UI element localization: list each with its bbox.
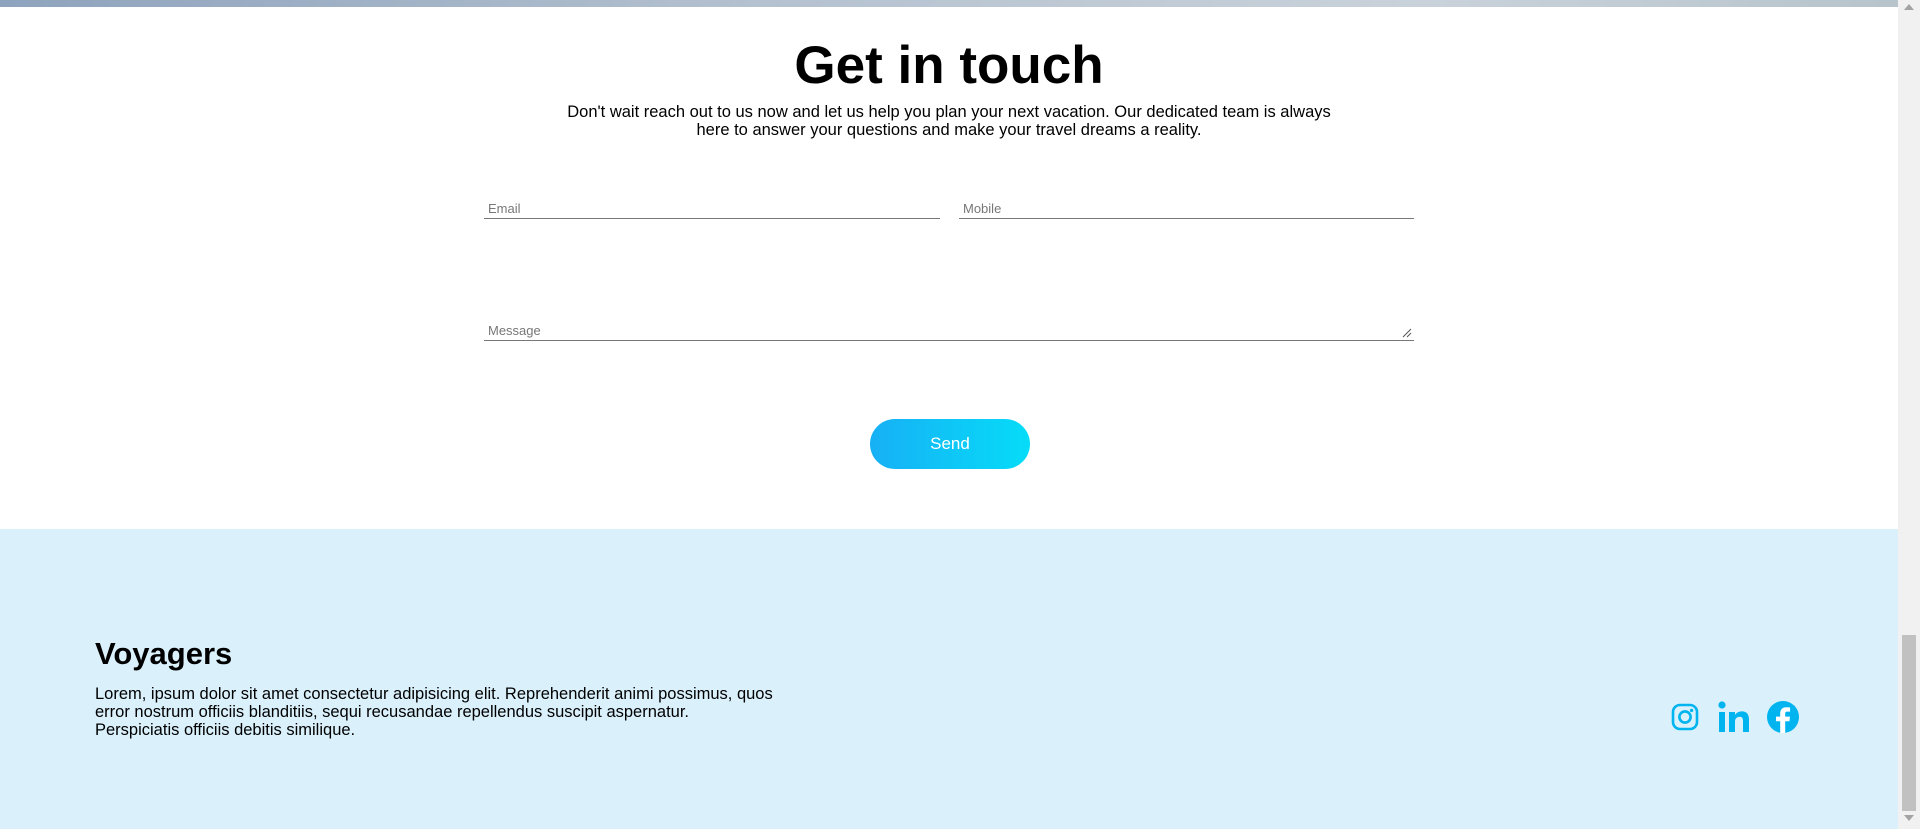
send-button[interactable]: Send bbox=[870, 419, 1030, 469]
social-links bbox=[1668, 699, 1800, 735]
contact-subtitle: Don't wait reach out to us now and let u… bbox=[567, 103, 1331, 139]
page-title: Get in touch bbox=[794, 36, 1104, 95]
footer-about-text: Lorem, ipsum dolor sit amet consectetur … bbox=[95, 685, 773, 739]
scrollbar-thumb[interactable] bbox=[1902, 635, 1916, 811]
footer: Voyagers Lorem, ipsum dolor sit amet con… bbox=[0, 529, 1898, 829]
resize-handle-icon[interactable] bbox=[1402, 328, 1412, 338]
mobile-field[interactable] bbox=[959, 200, 1414, 219]
contact-section: Get in touch Don't wait reach out to us … bbox=[0, 7, 1898, 529]
scroll-up-arrow-icon[interactable] bbox=[1904, 4, 1914, 10]
page: Get in touch Don't wait reach out to us … bbox=[0, 0, 1898, 829]
message-field[interactable] bbox=[484, 313, 1414, 340]
email-field[interactable] bbox=[484, 200, 940, 219]
footer-brand: Voyagers bbox=[95, 636, 233, 671]
scroll-down-arrow-icon[interactable] bbox=[1904, 815, 1914, 821]
linkedin-icon[interactable] bbox=[1717, 700, 1751, 734]
vertical-scrollbar[interactable] bbox=[1898, 0, 1920, 829]
instagram-icon[interactable] bbox=[1668, 700, 1702, 734]
facebook-icon[interactable] bbox=[1766, 700, 1800, 734]
message-field-wrapper bbox=[484, 313, 1414, 341]
